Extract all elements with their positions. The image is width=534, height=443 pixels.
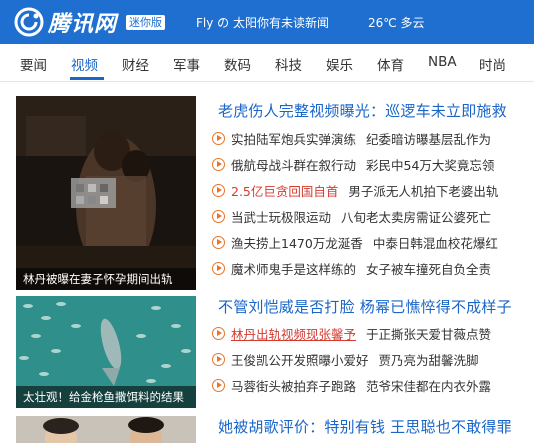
headline-2[interactable]: 不管刘恺威是否打脸 杨幂已憔悴得不成样子 xyxy=(218,296,512,317)
play-icon xyxy=(212,157,225,171)
thumbnail-image-night xyxy=(16,96,196,290)
nav-item-nba[interactable]: NBA xyxy=(428,54,457,70)
news-link[interactable]: 范爷宋佳都在内衣外露 xyxy=(366,376,491,395)
news-line: 渔夫捞上1470万龙涎香 中泰日韩混血校花爆红 xyxy=(212,232,498,252)
video-thumbnail-1[interactable]: 林丹被曝在妻子怀孕期间出轨 xyxy=(16,96,196,290)
top-bar: 腾讯网 迷你版 Fly の 太阳 你有未读新闻 26℃ 多云 xyxy=(0,0,534,44)
user-name[interactable]: Fly の 太阳 xyxy=(196,14,257,31)
play-icon xyxy=(212,209,225,223)
news-link[interactable]: 贾乃亮为甜馨洗脚 xyxy=(379,350,479,369)
play-icon xyxy=(212,261,225,275)
nav-item-military[interactable]: 军事 xyxy=(173,54,200,74)
edition-badge[interactable]: 迷你版 xyxy=(126,15,165,30)
news-link[interactable]: 中泰日韩混血校花爆红 xyxy=(373,233,498,252)
headline-3[interactable]: 她被胡歌评价：特别有钱 王思聪也不敢得罪 xyxy=(218,416,512,437)
news-link-highlight[interactable]: 林丹出轨视频现张馨予 xyxy=(231,324,356,343)
news-link[interactable]: 实拍陆军炮兵实弹演练 xyxy=(231,129,356,148)
thumbnail-image-people xyxy=(16,416,196,443)
news-line: 实拍陆军炮兵实弹演练 纪委暗访曝基层乱作为 xyxy=(212,128,491,148)
news-link[interactable]: 彩民中54万大奖竟忘领 xyxy=(366,155,494,174)
news-line: 林丹出轨视频现张馨予 于正撕张天爱甘薇点赞 xyxy=(212,323,491,343)
play-icon xyxy=(212,326,225,340)
play-icon xyxy=(212,183,225,197)
brand-title[interactable]: 腾讯网 xyxy=(48,6,117,38)
play-icon xyxy=(212,352,225,366)
video-thumbnail-2[interactable]: 太壮观！给金枪鱼撒饵料的结果 xyxy=(16,296,196,408)
channel-nav: 要闻 视频 财经 军事 数码 科技 娱乐 体育 NBA 时尚 xyxy=(0,44,534,82)
news-link[interactable]: 女子被车撞死自负全责 xyxy=(366,259,491,278)
nav-item-sports[interactable]: 体育 xyxy=(377,54,404,74)
news-line: 俄航母战斗群在叙行动 彩民中54万大奖竟忘领 xyxy=(212,154,494,174)
play-icon xyxy=(212,131,225,145)
nav-item-fashion[interactable]: 时尚 xyxy=(479,54,506,74)
news-line: 魔术师鬼手是这样练的 女子被车撞死自负全责 xyxy=(212,258,491,278)
weather-info: 26℃ 多云 xyxy=(368,16,425,30)
play-icon xyxy=(212,378,225,392)
nav-item-yaowen[interactable]: 要闻 xyxy=(20,54,47,74)
nav-item-video[interactable]: 视频 xyxy=(71,54,98,74)
news-link[interactable]: 当武士玩极限运动 xyxy=(231,207,331,226)
news-line: 当武士玩极限运动 八旬老太卖房需证公婆死亡 xyxy=(212,206,491,226)
news-link[interactable]: 纪委暗访曝基层乱作为 xyxy=(366,129,491,148)
nav-item-ent[interactable]: 娱乐 xyxy=(326,54,353,74)
qq-logo-icon[interactable] xyxy=(14,7,44,37)
thumbnail-caption-1: 林丹被曝在妻子怀孕期间出轨 xyxy=(16,268,196,290)
news-link[interactable]: 俄航母战斗群在叙行动 xyxy=(231,155,356,174)
nav-item-tech[interactable]: 科技 xyxy=(275,54,302,74)
news-link[interactable]: 马蓉街头被拍弃子跑路 xyxy=(231,376,356,395)
play-icon xyxy=(212,235,225,249)
news-link[interactable]: 渔夫捞上1470万龙涎香 xyxy=(231,233,363,252)
nav-item-digital[interactable]: 数码 xyxy=(224,54,251,74)
news-link[interactable]: 八旬老太卖房需证公婆死亡 xyxy=(341,207,491,226)
news-link[interactable]: 男子派无人机拍下老婆出轨 xyxy=(348,181,498,200)
video-thumbnail-3[interactable] xyxy=(16,416,196,443)
unread-news-link[interactable]: 你有未读新闻 xyxy=(257,14,329,31)
news-line: 2.5亿巨贪回国自首 男子派无人机拍下老婆出轨 xyxy=(212,180,498,200)
thumbnail-caption-2: 太壮观！给金枪鱼撒饵料的结果 xyxy=(16,386,196,408)
active-tab-indicator xyxy=(70,77,104,80)
news-link[interactable]: 于正撕张天爱甘薇点赞 xyxy=(366,324,491,343)
headline-1[interactable]: 老虎伤人完整视频曝光：巡逻车未立即施救 xyxy=(218,100,507,121)
news-line: 王俊凯公开发照曝小爱好 贾乃亮为甜馨洗脚 xyxy=(212,349,479,369)
news-link[interactable]: 王俊凯公开发照曝小爱好 xyxy=(231,350,369,369)
nav-item-finance[interactable]: 财经 xyxy=(122,54,149,74)
news-link[interactable]: 魔术师鬼手是这样练的 xyxy=(231,259,356,278)
news-line: 马蓉街头被拍弃子跑路 范爷宋佳都在内衣外露 xyxy=(212,375,491,395)
news-link-highlight[interactable]: 2.5亿巨贪回国自首 xyxy=(231,181,338,200)
